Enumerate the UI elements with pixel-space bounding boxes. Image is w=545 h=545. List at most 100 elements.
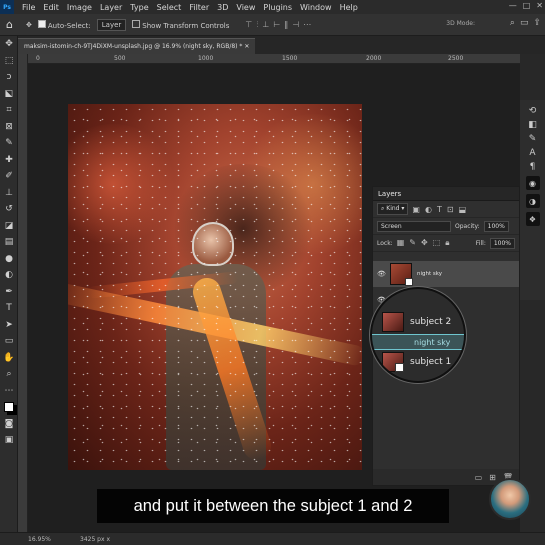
menu-3d[interactable]: 3D [213,3,232,12]
move-tool-icon[interactable]: ✥ [26,21,32,29]
quick-mask-icon[interactable]: ◙ [0,416,18,433]
document-tab[interactable]: maksim-istomin-ch-9TJ4DiXM-unsplash.jpg … [18,38,256,54]
layers-panel-title[interactable]: Layers [373,187,519,201]
history-brush-tool-icon[interactable]: ↺ [0,201,18,218]
dragged-layer-night-sky[interactable]: night sky [372,334,464,350]
lock-position-icon[interactable]: ✥ [421,238,428,248]
clone-stamp-tool-icon[interactable]: ⊥ [0,185,18,202]
home-icon[interactable]: ⌂ [6,18,20,31]
workspace-icon[interactable]: ▭ [520,18,529,28]
screen-mode-icon[interactable]: ▣ [0,432,18,449]
menu-select[interactable]: Select [153,3,186,12]
gradient-tool-icon[interactable]: ▤ [0,234,18,251]
align-left-icon[interactable]: ⊢ [273,20,280,30]
lock-paint-icon[interactable]: ✎ [409,238,416,248]
blend-mode-dropdown[interactable]: Screen [377,220,451,232]
more-tools-icon[interactable]: ⋯ [0,383,18,400]
align-center-icon[interactable]: ‖ [284,20,288,30]
magnified-layer-subject-1[interactable]: subject 1 [372,351,464,373]
layers-panel-icon[interactable]: ❖ [525,212,540,226]
adjustments-icon[interactable]: ◧ [528,120,537,130]
opacity-label: Opacity: [455,222,480,230]
align-bottom-icon[interactable]: ⊥ [262,20,269,30]
path-select-tool-icon[interactable]: ➤ [0,317,18,334]
transform-controls-label: Show Transform Controls [142,21,230,30]
lasso-tool-icon[interactable]: ↄ [0,69,18,86]
layer-row-night-sky[interactable]: 👁︎ night sky [373,261,519,287]
lock-icons: ▦ ✎ ✥ ⬚ 🔒︎ [397,238,450,248]
eyedropper-tool-icon[interactable]: ✎ [0,135,18,152]
character-icon[interactable]: A [529,148,535,158]
rectangle-tool-icon[interactable]: ▭ [0,333,18,350]
align-top-icon[interactable]: ⊤ [245,20,252,30]
type-tool-icon[interactable]: T [0,300,18,317]
adjustment-layer-icon[interactable]: ◑ [525,194,540,208]
adjustment-filter-icon[interactable]: ◐ [425,205,432,214]
more-options-icon[interactable]: ⋯ [303,20,311,30]
menu-edit[interactable]: Edit [39,3,63,12]
kind-filter-dropdown[interactable]: ⌕ Kind ▾ [377,203,409,215]
crop-tool-icon[interactable]: ⌗ [0,102,18,119]
zoom-tool-icon[interactable]: ⌕ [0,366,18,383]
menu-view[interactable]: View [232,3,259,12]
minimize-button[interactable]: — [509,1,517,10]
pen-tool-icon[interactable]: ✒ [0,284,18,301]
lock-all-icon[interactable]: 🔒︎ [445,238,449,248]
horizontal-ruler: 0 500 1000 1500 2000 2500 [28,54,520,64]
new-group-icon[interactable]: ▭ [475,473,483,482]
menu-layer[interactable]: Layer [96,3,126,12]
menu-window[interactable]: Window [296,3,336,12]
pixel-filter-icon[interactable]: ▣ [412,205,420,214]
auto-select-checkbox[interactable]: Auto-Select: [37,19,91,30]
brush-tool-icon[interactable]: ✐ [0,168,18,185]
status-bar: 16.95% 3425 px x [0,532,545,545]
search-icon[interactable]: ⌕ [510,18,515,28]
hand-tool-icon[interactable]: ✋ [0,350,18,367]
magnified-layer-subject-2[interactable]: subject 2 [372,311,464,333]
history-icon[interactable]: ⟲ [529,106,537,116]
menu-image[interactable]: Image [63,3,96,12]
kind-filter-label: Kind [386,205,400,212]
new-layer-icon[interactable]: ⊞ [489,473,496,482]
color-swatches-icon[interactable] [0,399,18,416]
color-panel-icon[interactable]: ◉ [525,176,540,190]
eraser-tool-icon[interactable]: ◪ [0,218,18,235]
layer-name: night sky [417,271,443,277]
lock-artboard-icon[interactable]: ⬚ [433,238,441,248]
move-tool-icon[interactable]: ✥ [0,36,18,53]
blur-tool-icon[interactable]: ● [0,251,18,268]
auto-select-dropdown[interactable]: Layer [96,18,127,31]
marquee-tool-icon[interactable]: ⬚ [0,53,18,70]
ruler-tick: 2500 [448,55,464,62]
caption-text: and put it between the subject 1 and 2 [133,496,413,515]
brushes-icon[interactable]: ✎ [529,134,537,144]
close-button[interactable]: ✕ [536,1,543,10]
paragraph-icon[interactable]: ¶ [530,162,536,172]
smart-object-filter-icon[interactable]: ⬓ [459,205,467,214]
close-tab-icon[interactable]: ✕ [244,43,249,50]
shape-filter-icon[interactable]: ⊡ [447,205,454,214]
healing-brush-tool-icon[interactable]: ✚ [0,152,18,169]
ruler-tick: 1000 [198,55,214,62]
lock-pixels-icon[interactable]: ▦ [397,238,405,248]
menu-file[interactable]: File [18,3,39,12]
eye-icon[interactable]: 👁︎ [377,270,386,278]
fill-input[interactable]: 100% [489,237,515,249]
transform-controls-checkbox[interactable]: Show Transform Controls [132,19,230,30]
dodge-tool-icon[interactable]: ◐ [0,267,18,284]
menu-filter[interactable]: Filter [185,3,213,12]
maximize-button[interactable]: □ [523,1,531,10]
opacity-input[interactable]: 100% [483,220,509,232]
astronaut-nebula-image[interactable] [68,104,362,470]
align-middle-icon[interactable]: ⫶ [256,20,258,30]
menu-help[interactable]: Help [336,3,362,12]
share-icon[interactable]: ⇪ [533,18,541,28]
3d-mode-label: 3D Mode: [446,20,475,27]
menu-plugins[interactable]: Plugins [259,3,296,12]
object-select-tool-icon[interactable]: ⬕ [0,86,18,103]
align-right-icon[interactable]: ⊣ [292,20,299,30]
frame-tool-icon[interactable]: ⊠ [0,119,18,136]
zoom-level[interactable]: 16.95% [28,536,51,543]
type-filter-icon[interactable]: T [437,205,442,214]
menu-type[interactable]: Type [126,3,152,12]
